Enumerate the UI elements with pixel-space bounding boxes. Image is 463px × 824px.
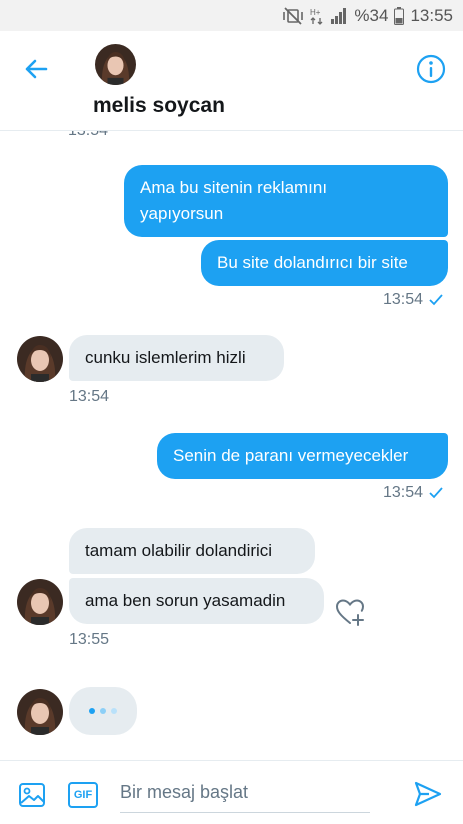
contact-avatar[interactable] [17,336,63,382]
message-text: tamam olabilir dolandirici [85,541,273,560]
typing-indicator [69,687,137,735]
check-icon [429,487,443,499]
conversation-header: melis soycan [0,31,463,131]
message-text: ama ben sorun yasamadin [85,591,286,610]
message-text-line: Ama bu sitenin reklamını [140,178,328,197]
message-timestamp: 13:54 [69,388,110,405]
message-meta: 13:54 [383,291,443,309]
message-meta: 13:54 [383,484,443,502]
check-icon [429,294,443,306]
outgoing-message[interactable]: Senin de paranı vermeyecekler [157,433,448,479]
message-timestamp: 13:55 [69,631,110,648]
back-arrow-icon[interactable] [20,53,52,85]
contact-name[interactable]: melis soycan [93,94,225,118]
typing-dot [89,708,95,714]
contact-avatar[interactable] [17,579,63,625]
status-icons: H+ %34 13:55 [282,6,453,26]
compose-bar: GIF [0,760,463,824]
battery-icon [394,7,405,25]
status-bar: H+ %34 13:55 [0,0,463,31]
outgoing-message[interactable]: Ama bu sitenin reklamını yapıyorsun [124,165,448,237]
message-text: Bu site dolandırıcı bir site [217,253,408,272]
message-meta: 13:55 [69,631,109,649]
heart-plus-icon[interactable] [334,596,366,628]
contact-avatar[interactable] [17,689,63,735]
typing-dot [111,708,117,714]
incoming-message[interactable]: ama ben sorun yasamadin [69,578,324,624]
contact-avatar[interactable] [95,44,136,85]
incoming-message[interactable]: cunku islemlerim hizli [69,335,284,381]
typing-dot [100,708,106,714]
message-text: Senin de paranı vermeyecekler [173,446,409,465]
outgoing-message[interactable]: Bu site dolandırıcı bir site [201,240,448,286]
data-icon: H+ [310,8,323,25]
message-timestamp: 13:54 [383,291,424,308]
clock: 13:55 [410,6,453,25]
gif-button[interactable]: GIF [68,782,98,808]
message-list[interactable]: 13:54 Ama bu sitenin reklamını yapıyorsu… [0,131,463,760]
battery-percent: %34 [354,6,389,25]
message-timestamp: 13:54 [383,484,424,501]
signal-icon [331,8,347,24]
svg-text:H+: H+ [310,8,321,17]
message-meta: 13:54 [69,388,109,406]
message-input[interactable] [120,773,370,813]
message-text-line: yapıyorsun [140,204,224,223]
info-icon[interactable] [415,53,447,85]
incoming-message[interactable]: tamam olabilir dolandirici [69,528,315,574]
send-icon[interactable] [413,779,443,809]
vibrate-mute-icon [283,7,304,25]
image-icon[interactable] [18,781,46,809]
message-text: cunku islemlerim hizli [85,348,246,367]
message-timestamp: 13:54 [68,131,108,140]
